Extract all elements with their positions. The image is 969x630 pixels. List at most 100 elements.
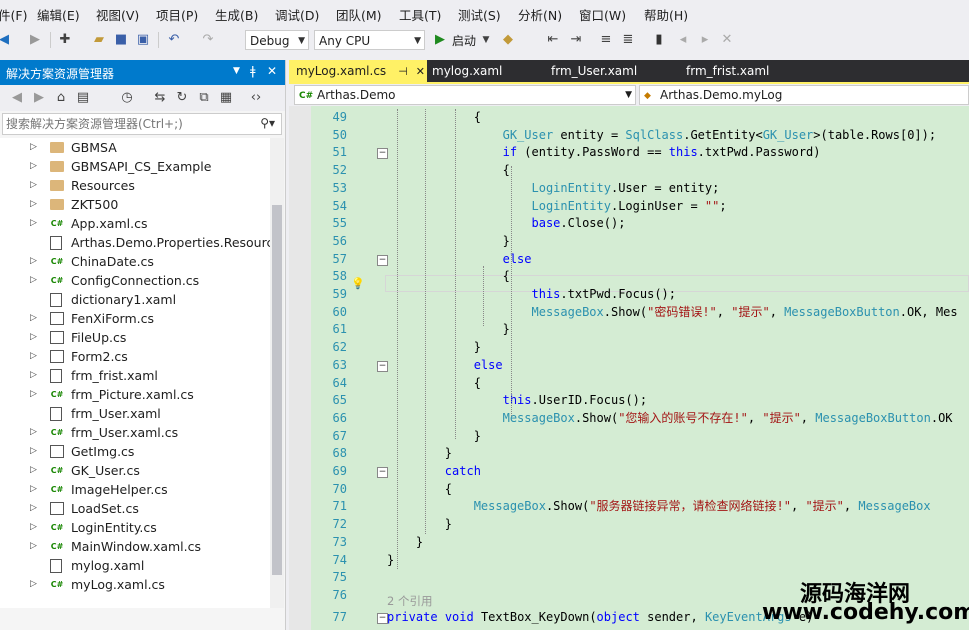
lightbulb-icon[interactable]: 💡	[351, 277, 365, 290]
menu-team[interactable]: 团队(M)	[336, 5, 382, 24]
back-icon[interactable]: ◀	[0, 32, 12, 48]
show-all-files-icon[interactable]: ▦	[218, 90, 234, 106]
tree-item[interactable]: ▷ C# MainWindow.xaml.cs	[0, 537, 270, 556]
tree-item[interactable]: ▷ GetImg.cs	[0, 442, 270, 461]
menu-tools[interactable]: 工具(T)	[399, 5, 441, 24]
code-line[interactable]: {	[387, 375, 481, 393]
history-icon[interactable]: ◷	[119, 90, 135, 106]
tree-item[interactable]: dictionary1.xaml	[0, 290, 270, 309]
open-folder-icon[interactable]: ▰	[91, 32, 107, 48]
bookmark-icon[interactable]: ▮	[651, 32, 667, 48]
collapse-icon[interactable]: −	[377, 148, 388, 160]
solution-search-box[interactable]: ⚲▾	[2, 113, 282, 135]
menu-debug[interactable]: 调试(D)	[275, 5, 319, 24]
code-editor[interactable]: 49 {50 GK_User entity = SqlClass.GetEnti…	[289, 106, 969, 630]
expand-arrow-icon[interactable]: ▷	[30, 461, 37, 480]
collapse-icon[interactable]: −	[377, 360, 388, 372]
tree-item[interactable]: ▷ frm_frist.xaml	[0, 366, 270, 385]
code-line[interactable]: catch	[387, 463, 481, 481]
code-line[interactable]: this.UserID.Focus();	[387, 392, 648, 410]
collapse-icon[interactable]: −	[377, 613, 388, 624]
code-line[interactable]: MessageBox.Show("服务器链接异常，请检查网络链接!", "提示"…	[387, 498, 931, 516]
code-line[interactable]: MessageBox.Show("您输入的账号不存在!", "提示", Mess…	[387, 410, 953, 428]
code-line[interactable]: GK_User entity = SqlClass.GetEntity<GK_U…	[387, 127, 937, 145]
save-all-icon[interactable]: ▣	[135, 32, 151, 48]
menu-analyze[interactable]: 分析(N)	[518, 5, 562, 24]
expand-arrow-icon[interactable]: ▷	[30, 309, 37, 328]
tree-item[interactable]: ▷ GBMSAPI_CS_Example	[0, 157, 270, 176]
comment-icon[interactable]: ≡	[598, 32, 614, 48]
expand-arrow-icon[interactable]: ▷	[30, 366, 37, 385]
search-icon[interactable]: ⚲▾	[260, 116, 275, 130]
start-button[interactable]: 启动	[452, 32, 476, 49]
browser-link-icon[interactable]: ◆	[500, 32, 516, 48]
tree-item[interactable]: ▷ GBMSA	[0, 138, 270, 157]
code-line[interactable]: {	[387, 268, 510, 286]
menu-view[interactable]: 视图(V)	[96, 5, 139, 24]
tree-item[interactable]: ▷ C# ImageHelper.cs	[0, 480, 270, 499]
back-icon[interactable]: ◀	[9, 90, 25, 106]
expand-arrow-icon[interactable]: ▷	[30, 195, 37, 214]
save-icon[interactable]: ■	[113, 32, 129, 48]
close-icon[interactable]: ✕	[416, 65, 425, 78]
code-view-icon[interactable]: ‹›	[248, 90, 264, 106]
redo-icon[interactable]: ↷	[200, 32, 216, 48]
menu-help[interactable]: 帮助(H)	[644, 5, 688, 24]
code-line[interactable]: else	[387, 251, 532, 269]
code-line[interactable]: else	[387, 357, 503, 375]
project-dropdown[interactable]: C# Arthas.Demo ▼	[294, 85, 636, 105]
menu-build[interactable]: 生成(B)	[215, 5, 258, 24]
undo-icon[interactable]: ↶	[166, 32, 182, 48]
solution-search-input[interactable]	[6, 115, 246, 133]
tree-item[interactable]: ▷ C# LoginEntity.cs	[0, 518, 270, 537]
expand-arrow-icon[interactable]: ▷	[30, 176, 37, 195]
expand-arrow-icon[interactable]: ▷	[30, 157, 37, 176]
new-project-icon[interactable]: ✚	[57, 32, 73, 48]
tree-item[interactable]: ▷ LoadSet.cs	[0, 499, 270, 518]
code-line[interactable]: LoginEntity.User = entity;	[387, 180, 720, 198]
expand-arrow-icon[interactable]: ▷	[30, 575, 37, 594]
tab-frm-frist-xaml[interactable]: frm_frist.xaml	[686, 60, 769, 82]
uncomment-icon[interactable]: ≣	[620, 32, 636, 48]
tree-item[interactable]: ▷ FileUp.cs	[0, 328, 270, 347]
sync-icon[interactable]: ⇆	[152, 90, 168, 106]
step-icon[interactable]: ⇤	[545, 32, 561, 48]
code-line[interactable]: }	[387, 339, 481, 357]
tree-item[interactable]: ▷ C# frm_Picture.xaml.cs	[0, 385, 270, 404]
tab-mylog-xaml-cs[interactable]: myLog.xaml.cs ⊣ ✕	[289, 60, 427, 82]
tree-item[interactable]: ▷ Form2.cs	[0, 347, 270, 366]
home-icon[interactable]: ⌂	[53, 90, 69, 106]
tree-item[interactable]: ▷ C# ConfigConnection.cs	[0, 271, 270, 290]
expand-arrow-icon[interactable]: ▷	[30, 480, 37, 499]
expand-arrow-icon[interactable]: ▷	[30, 518, 37, 537]
expand-arrow-icon[interactable]: ▷	[30, 252, 37, 271]
code-line[interactable]: this.txtPwd.Focus();	[387, 286, 677, 304]
next-bookmark-icon[interactable]: ▸	[697, 32, 713, 48]
close-icon[interactable]: ✕	[267, 64, 277, 78]
tab-mylog-xaml[interactable]: mylog.xaml	[432, 60, 502, 82]
tree-item[interactable]: ▷ C# GK_User.cs	[0, 461, 270, 480]
collapse-icon[interactable]: −	[377, 254, 388, 266]
menu-project[interactable]: 项目(P)	[156, 5, 198, 24]
expand-arrow-icon[interactable]: ▷	[30, 442, 37, 461]
expand-arrow-icon[interactable]: ▷	[30, 271, 37, 290]
expand-arrow-icon[interactable]: ▷	[30, 347, 37, 366]
pin-icon[interactable]: ⊣	[398, 65, 408, 78]
code-line[interactable]: private void TextBox_KeyDown(object send…	[387, 609, 813, 627]
pin-icon[interactable]: ǂ	[250, 64, 256, 78]
code-line[interactable]: }	[387, 534, 423, 552]
chevron-down-icon[interactable]: ▼	[233, 66, 240, 76]
menu-file[interactable]: 件(F)	[0, 5, 27, 24]
menu-window[interactable]: 窗口(W)	[579, 5, 626, 24]
tree-item[interactable]: mylog.xaml	[0, 556, 270, 575]
menu-test[interactable]: 测试(S)	[458, 5, 501, 24]
tree-item[interactable]: frm_User.xaml	[0, 404, 270, 423]
tree-item[interactable]: ▷ C# myLog.xaml.cs	[0, 575, 270, 594]
code-line[interactable]: if (entity.PassWord == this.txtPwd.Passw…	[387, 144, 821, 162]
code-line[interactable]: }	[387, 233, 510, 251]
platform-dropdown[interactable]: Any CPU ▼	[314, 30, 425, 50]
menu-edit[interactable]: 编辑(E)	[37, 5, 80, 24]
code-line[interactable]: base.Close();	[387, 215, 626, 233]
indent-icon[interactable]: ⇥	[568, 32, 584, 48]
code-line[interactable]: {	[387, 109, 481, 127]
